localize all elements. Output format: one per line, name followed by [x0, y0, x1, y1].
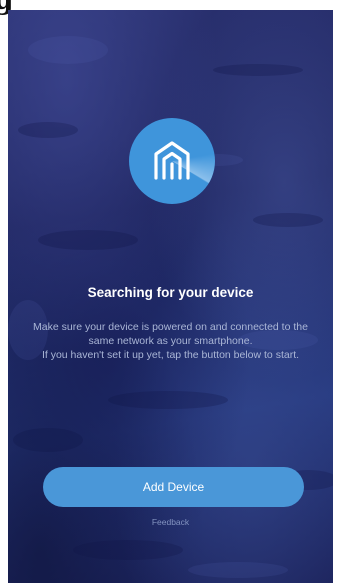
app-logo	[129, 118, 215, 204]
home-network-icon	[154, 141, 190, 180]
page-title: Searching for your device	[87, 285, 254, 300]
instruction-line-2: If you haven't set it up yet, tap the bu…	[41, 349, 300, 361]
instruction-line-1: Make sure your device is powered on and …	[33, 321, 308, 347]
app-screen: Searching for your device Make sure your…	[8, 10, 333, 583]
instructions: Make sure your device is powered on and …	[33, 320, 308, 362]
add-device-button[interactable]: Add Device	[43, 467, 304, 507]
feedback-link[interactable]: Feedback	[8, 517, 333, 527]
page: g	[0, 0, 341, 583]
